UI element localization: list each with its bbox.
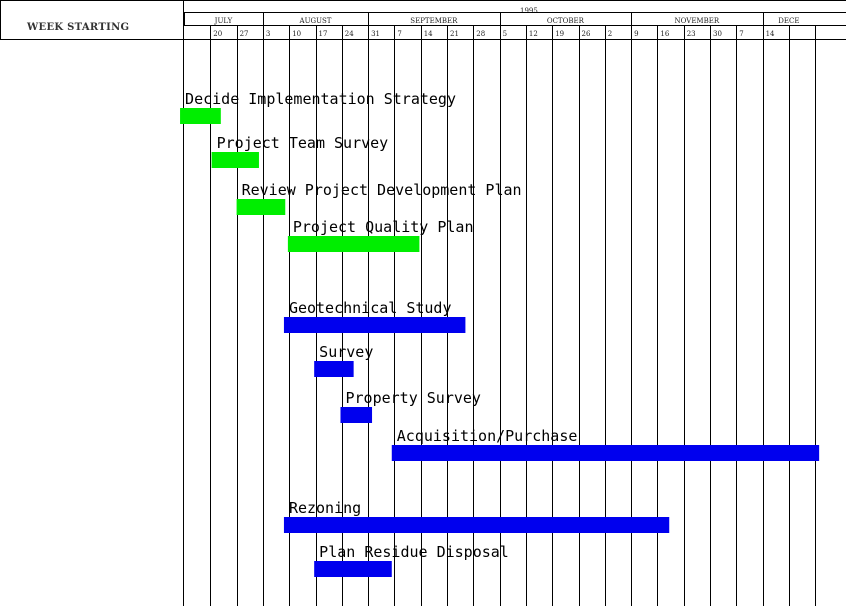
task-label: Decide Implementation Strategy bbox=[185, 90, 456, 108]
week-label: 2 bbox=[608, 30, 612, 38]
week-label: 9 bbox=[634, 30, 638, 38]
week-label: 20 bbox=[213, 30, 222, 38]
task-label: Project Quality Plan bbox=[293, 218, 474, 236]
week-label: 21 bbox=[450, 30, 459, 38]
header: WEEK STARTING 1995 JULY AUGUST SEPTEMBER OC… bbox=[26, 7, 800, 38]
month-labels: JULY AUGUST SEPTEMBER OCTOBER NOVEMBER DECE bbox=[214, 17, 800, 25]
week-label: 26 bbox=[582, 30, 591, 38]
week-label: 10 bbox=[292, 30, 301, 38]
week-label: 14 bbox=[766, 30, 775, 38]
week-label: 31 bbox=[371, 30, 380, 38]
week-label: 7 bbox=[739, 30, 743, 38]
week-label: 19 bbox=[555, 30, 564, 38]
month-label: SEPTEMBER bbox=[410, 17, 458, 25]
month-label: JULY bbox=[214, 17, 233, 25]
month-label: OCTOBER bbox=[547, 17, 585, 25]
task-label: Plan Residue Disposal bbox=[319, 543, 509, 561]
week-label: 27 bbox=[240, 30, 249, 38]
task-label: Project Team Survey bbox=[217, 134, 389, 152]
week-label: 17 bbox=[319, 30, 328, 38]
task-label: Geotechnical Study bbox=[289, 299, 452, 317]
task-bar bbox=[211, 152, 259, 168]
week-label: 23 bbox=[687, 30, 696, 38]
corner-label: WEEK STARTING bbox=[26, 22, 129, 33]
task-bar bbox=[180, 108, 221, 124]
task-bar bbox=[283, 317, 466, 333]
task-bars: Decide Implementation Strategy Project Te… bbox=[180, 90, 820, 577]
week-label: 7 bbox=[397, 30, 401, 38]
week-label: 12 bbox=[529, 30, 538, 38]
week-label: 28 bbox=[476, 30, 485, 38]
task-bar bbox=[340, 407, 373, 423]
task-label: Property Survey bbox=[345, 389, 480, 407]
week-label: 30 bbox=[713, 30, 722, 38]
task-bar bbox=[314, 561, 392, 577]
task-label: Acquisition/Purchase bbox=[397, 427, 578, 445]
week-label: 16 bbox=[660, 30, 669, 38]
week-label: 14 bbox=[424, 30, 433, 38]
month-label: AUGUST bbox=[299, 17, 332, 25]
task-label: Rezoning bbox=[289, 499, 361, 517]
week-label: 5 bbox=[503, 30, 507, 38]
task-bar bbox=[314, 361, 354, 377]
week-labels: 20 27 3 10 17 24 31 7 14 21 28 5 12 19 26 2 9 16 23 30 7 14 bbox=[213, 30, 775, 38]
gantt-chart: WEEK STARTING 1995 JULY AUGUST SEPTEMBER OC… bbox=[0, 0, 846, 606]
task-bar bbox=[236, 199, 286, 215]
month-label: NOVEMBER bbox=[675, 17, 720, 25]
week-label: 24 bbox=[345, 30, 354, 38]
task-bar bbox=[287, 236, 420, 252]
task-bar bbox=[391, 445, 820, 461]
month-label: DECE bbox=[778, 17, 799, 25]
year-label: 1995 bbox=[520, 7, 538, 15]
week-label: 3 bbox=[266, 30, 270, 38]
task-label: Survey bbox=[319, 343, 373, 361]
task-bar bbox=[283, 517, 670, 533]
task-label: Review Project Development Plan bbox=[242, 181, 522, 199]
